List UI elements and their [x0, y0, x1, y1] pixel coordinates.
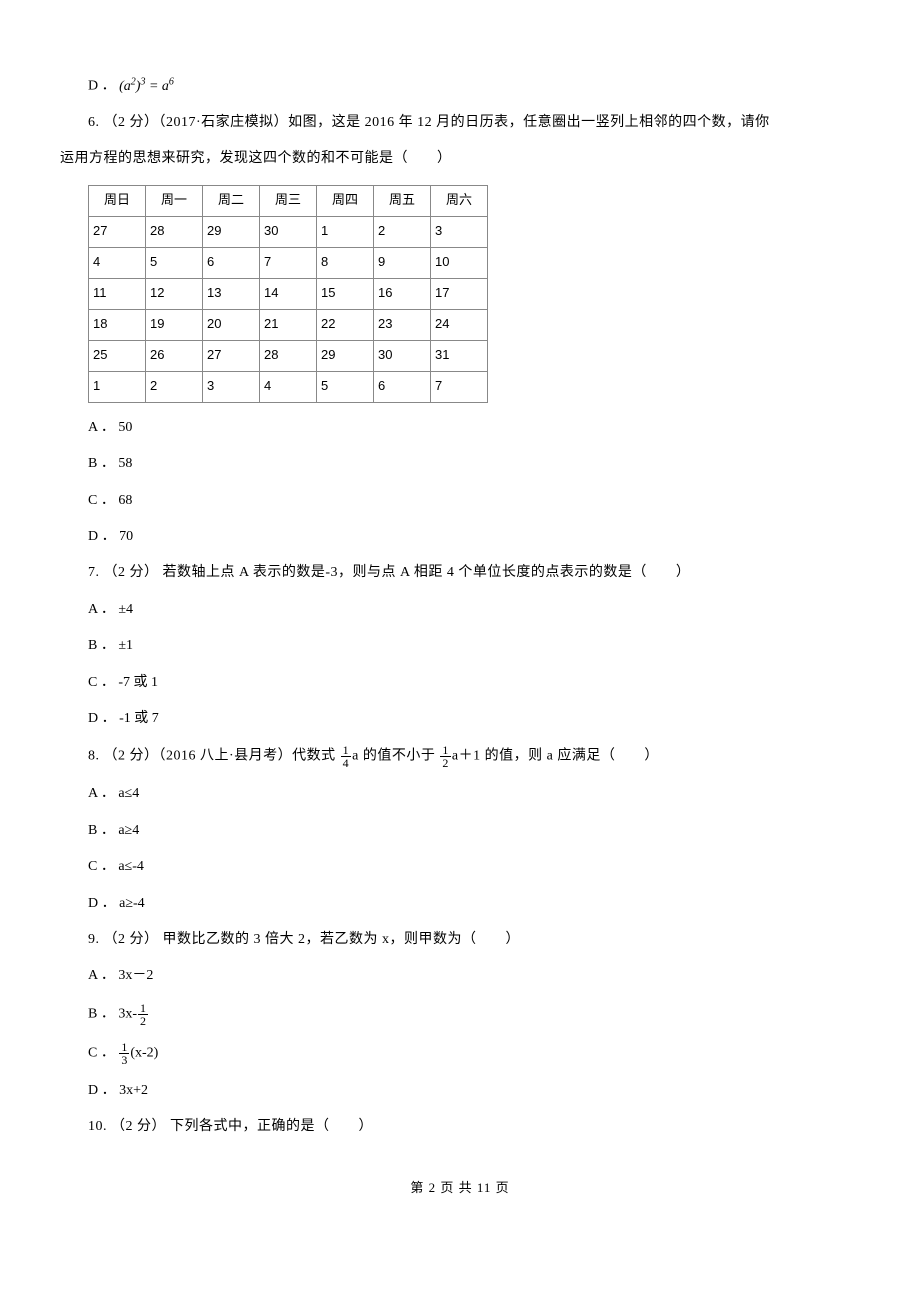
cal-cell: 3 — [203, 371, 260, 402]
q5-optD-prefix: D ． — [88, 79, 116, 94]
q9-option-a: A ． 3x－2 — [60, 965, 860, 987]
cal-hdr: 周二 — [203, 185, 260, 216]
q9-stem: 9. （2 分） 甲数比乙数的 3 倍大 2，若乙数为 x，则甲数为（ ） — [60, 929, 860, 951]
cal-cell: 21 — [260, 309, 317, 340]
cal-cell: 30 — [260, 216, 317, 247]
cal-hdr: 周日 — [89, 185, 146, 216]
q9-option-c: C ． 1 3 (x-2) — [60, 1041, 860, 1066]
q8-stem-suffix: 的值，则 a 应满足（ ） — [485, 749, 659, 764]
cal-cell: 8 — [317, 247, 374, 278]
cal-cell: 30 — [374, 340, 431, 371]
q8-mid2: 的值不小于 — [363, 749, 440, 764]
cal-cell: 28 — [260, 340, 317, 371]
cal-cell: 15 — [317, 278, 374, 309]
q8-mid3: a＋1 — [452, 749, 481, 764]
cal-cell: 7 — [431, 371, 488, 402]
q6-stem-line2: 运用方程的思想来研究，发现这四个数的和不可能是（ ） — [60, 148, 860, 170]
q8-stem-prefix: 8. （2 分）（2016 八上·县月考）代数式 — [88, 749, 340, 764]
q7-option-c: C ． -7 或 1 — [60, 672, 860, 694]
cal-hdr: 周六 — [431, 185, 488, 216]
q6-option-a: A ． 50 — [60, 417, 860, 439]
cal-cell: 16 — [374, 278, 431, 309]
cal-cell: 5 — [146, 247, 203, 278]
cal-cell: 27 — [89, 216, 146, 247]
q6-option-b: B ． 58 — [60, 453, 860, 475]
calendar-row: 25 26 27 28 29 30 31 — [89, 340, 488, 371]
cal-cell: 23 — [374, 309, 431, 340]
cal-hdr: 周三 — [260, 185, 317, 216]
cal-cell: 6 — [203, 247, 260, 278]
calendar-row: 27 28 29 30 1 2 3 — [89, 216, 488, 247]
q9-optC-suffix: (x-2) — [130, 1045, 158, 1060]
cal-cell: 24 — [431, 309, 488, 340]
cal-cell: 1 — [89, 371, 146, 402]
cal-cell: 18 — [89, 309, 146, 340]
fraction-icon: 1 4 — [341, 744, 352, 769]
q6-option-d: D ． 70 — [60, 526, 860, 548]
cal-cell: 2 — [374, 216, 431, 247]
q7-option-b: B ． ±1 — [60, 635, 860, 657]
q5-optD-formula: (a2)3 = a6 — [119, 79, 174, 94]
cal-cell: 7 — [260, 247, 317, 278]
q8-option-b: B ． a≥4 — [60, 820, 860, 842]
q10-stem: 10. （2 分） 下列各式中，正确的是（ ） — [60, 1116, 860, 1138]
cal-cell: 3 — [431, 216, 488, 247]
q8-stem: 8. （2 分）（2016 八上·县月考）代数式 1 4 a 的值不小于 1 2… — [60, 744, 860, 769]
cal-cell: 17 — [431, 278, 488, 309]
cal-cell: 29 — [317, 340, 374, 371]
q6-option-c: C ． 68 — [60, 490, 860, 512]
cal-cell: 14 — [260, 278, 317, 309]
q8-option-d: D ． a≥-4 — [60, 893, 860, 915]
cal-cell: 4 — [89, 247, 146, 278]
cal-cell: 28 — [146, 216, 203, 247]
q7-option-a: A ． ±4 — [60, 599, 860, 621]
cal-cell: 22 — [317, 309, 374, 340]
q7-option-d: D ． -1 或 7 — [60, 708, 860, 730]
q5-option-d: D ． (a2)3 = a6 — [60, 74, 860, 98]
cal-cell: 25 — [89, 340, 146, 371]
cal-hdr: 周四 — [317, 185, 374, 216]
cal-cell: 1 — [317, 216, 374, 247]
fraction-icon: 1 2 — [138, 1002, 148, 1027]
q8-option-a: A ． a≤4 — [60, 783, 860, 805]
fraction-icon: 1 2 — [440, 744, 451, 769]
cal-cell: 13 — [203, 278, 260, 309]
cal-hdr: 周五 — [374, 185, 431, 216]
cal-hdr: 周一 — [146, 185, 203, 216]
q8-option-c: C ． a≤-4 — [60, 856, 860, 878]
q7-stem: 7. （2 分） 若数轴上点 A 表示的数是-3，则与点 A 相距 4 个单位长… — [60, 562, 860, 584]
cal-cell: 27 — [203, 340, 260, 371]
q9-optC-prefix: C ． — [88, 1045, 118, 1060]
cal-cell: 12 — [146, 278, 203, 309]
cal-cell: 10 — [431, 247, 488, 278]
q9-option-b: B ． 3x- 1 2 — [60, 1002, 860, 1027]
calendar-row: 11 12 13 14 15 16 17 — [89, 278, 488, 309]
calendar-table: 周日 周一 周二 周三 周四 周五 周六 27 28 29 30 1 2 3 4… — [88, 185, 488, 403]
calendar-row: 4 5 6 7 8 9 10 — [89, 247, 488, 278]
cal-cell: 5 — [317, 371, 374, 402]
cal-cell: 26 — [146, 340, 203, 371]
fraction-icon: 1 3 — [119, 1041, 129, 1066]
cal-cell: 6 — [374, 371, 431, 402]
q6-stem-line1: 6. （2 分）（2017·石家庄模拟）如图，这是 2016 年 12 月的日历… — [60, 112, 860, 134]
cal-cell: 29 — [203, 216, 260, 247]
cal-cell: 2 — [146, 371, 203, 402]
cal-cell: 11 — [89, 278, 146, 309]
cal-cell: 4 — [260, 371, 317, 402]
page-footer: 第 2 页 共 11 页 — [60, 1178, 860, 1199]
cal-cell: 20 — [203, 309, 260, 340]
cal-cell: 19 — [146, 309, 203, 340]
q8-mid1: a — [352, 749, 359, 764]
cal-cell: 31 — [431, 340, 488, 371]
calendar-row: 1 2 3 4 5 6 7 — [89, 371, 488, 402]
calendar-row: 18 19 20 21 22 23 24 — [89, 309, 488, 340]
cal-cell: 9 — [374, 247, 431, 278]
q9-optB-prefix: B ． 3x- — [88, 1006, 137, 1021]
q9-option-d: D ． 3x+2 — [60, 1080, 860, 1102]
calendar-header-row: 周日 周一 周二 周三 周四 周五 周六 — [89, 185, 488, 216]
